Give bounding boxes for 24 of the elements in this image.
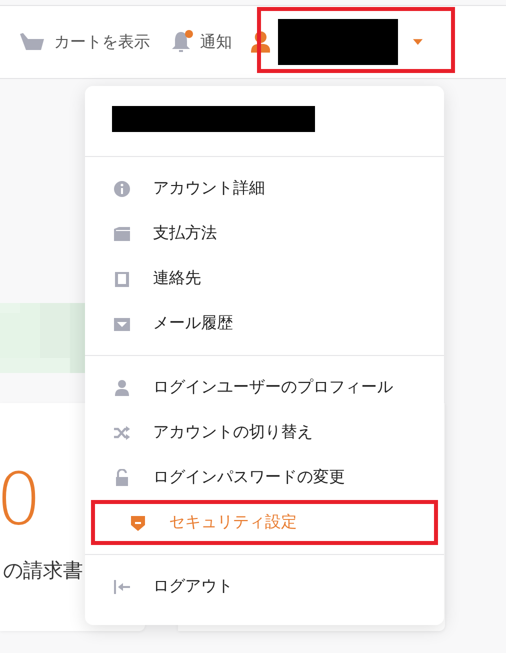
shuffle-icon bbox=[113, 424, 131, 442]
person-icon bbox=[251, 30, 270, 54]
menu-item[interactable]: 支払方法 bbox=[85, 211, 444, 256]
cart-button[interactable]: カートを表示 bbox=[20, 31, 150, 53]
notification-button[interactable]: 通知 bbox=[170, 30, 232, 54]
menu-item[interactable]: 連絡先 bbox=[85, 256, 444, 301]
lock-icon bbox=[113, 468, 131, 486]
caret-icon bbox=[413, 39, 423, 45]
contact-icon bbox=[113, 270, 131, 288]
bell-icon bbox=[170, 30, 192, 54]
menu-item[interactable]: アカウントの切り替え bbox=[85, 410, 444, 455]
invoice-count: 0 bbox=[0, 463, 42, 535]
menu-item[interactable]: アカウント詳細 bbox=[85, 166, 444, 211]
menu-item[interactable]: ログアウト bbox=[85, 564, 444, 609]
basket-icon bbox=[20, 31, 46, 53]
shield-icon bbox=[129, 514, 147, 532]
wallet-icon bbox=[113, 224, 131, 242]
menu-item[interactable]: メール履歴 bbox=[85, 301, 444, 346]
user-icon bbox=[113, 378, 131, 396]
menu-item[interactable]: ログインパスワードの変更 bbox=[85, 455, 444, 500]
info-icon bbox=[113, 180, 131, 198]
menu-item[interactable]: ログインユーザーのプロフィール bbox=[85, 365, 444, 410]
invoice-label: の請求書 bbox=[3, 557, 83, 584]
logout-icon bbox=[113, 578, 131, 596]
